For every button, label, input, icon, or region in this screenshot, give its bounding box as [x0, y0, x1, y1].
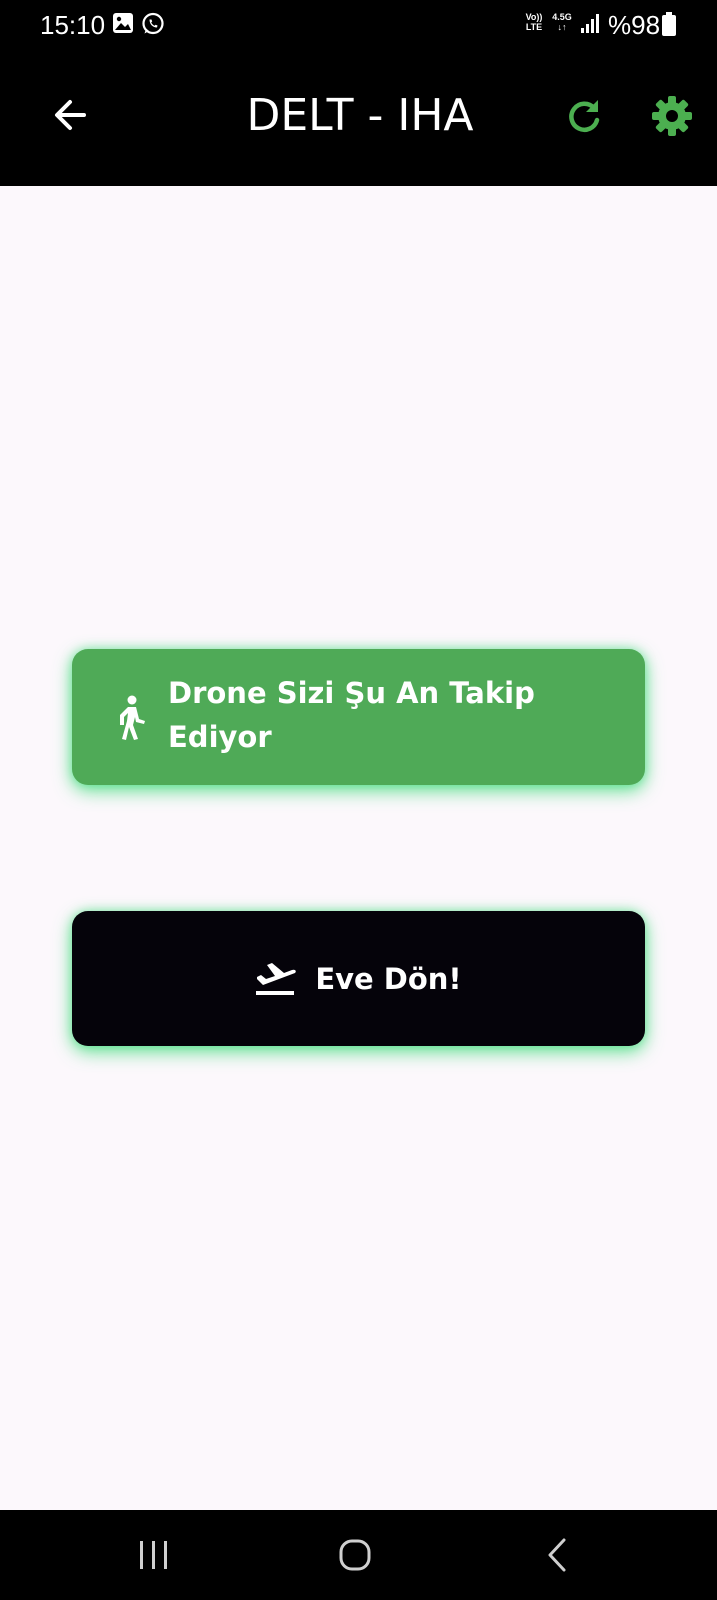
whatsapp-icon — [142, 12, 164, 35]
app-title: DELT - IHA — [246, 90, 474, 141]
home-nav-button[interactable] — [324, 1532, 384, 1578]
settings-button[interactable] — [650, 94, 694, 138]
battery-percentage: %98 — [608, 10, 661, 40]
walking-person-icon — [120, 695, 145, 740]
signal-icon — [581, 14, 599, 33]
flight-takeoff-icon — [256, 962, 297, 995]
gear-icon — [652, 96, 692, 136]
back-icon — [548, 1538, 566, 1572]
home-icon — [339, 1539, 371, 1571]
volte-indicator: Vo)) LTE — [525, 12, 543, 32]
arrow-left-icon — [55, 100, 86, 130]
system-navigation-bar — [0, 1510, 717, 1600]
gallery-icon — [113, 13, 133, 33]
follow-status-label: Drone Sizi Şu An Takip Ediyor — [168, 676, 535, 754]
back-nav-button[interactable] — [526, 1532, 586, 1578]
back-button[interactable] — [46, 90, 96, 140]
refresh-icon — [569, 100, 600, 132]
return-home-button[interactable]: Eve Dön! — [72, 911, 645, 1046]
battery-icon — [662, 12, 676, 36]
top-bar: 15:10 Vo)) LTE 4.5G ↓↑ %98 DELT - IHA — [0, 0, 717, 186]
follow-status-button[interactable]: Drone Sizi Şu An Takip Ediyor — [72, 649, 645, 785]
return-home-content: Eve Dön! — [72, 911, 645, 1046]
recents-icon — [140, 1541, 167, 1569]
refresh-button[interactable] — [562, 94, 606, 138]
return-home-label: Eve Dön! — [315, 961, 462, 996]
recents-button[interactable] — [124, 1532, 184, 1578]
network-type-indicator: 4.5G ↓↑ — [552, 12, 572, 32]
status-time: 15:10 — [40, 10, 106, 40]
